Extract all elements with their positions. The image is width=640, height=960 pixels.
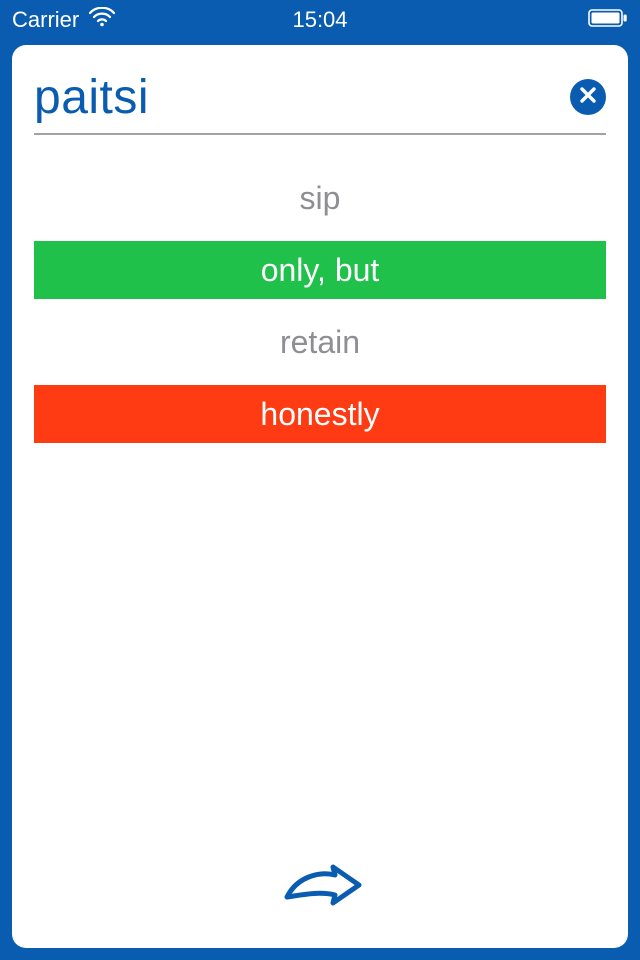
card-header: paitsi [34,65,606,129]
word-prompt: paitsi [34,70,149,125]
answer-option-0[interactable]: sip [34,169,606,227]
quiz-card: paitsi sip only, but retain honestly [12,45,628,948]
forward-arrow-icon [275,902,365,919]
answer-option-1[interactable]: only, but [34,241,606,299]
answer-label: honestly [260,396,379,433]
answer-label: only, but [261,252,380,289]
next-button[interactable] [275,855,365,920]
answer-label: sip [300,180,341,217]
battery-icon [588,7,628,33]
carrier-label: Carrier [12,7,79,33]
status-right [588,7,628,33]
answer-option-2[interactable]: retain [34,313,606,371]
status-bar: Carrier 15:04 [0,0,640,40]
status-time: 15:04 [292,7,347,33]
answer-label: retain [280,324,360,361]
answer-list: sip only, but retain honestly [34,169,606,443]
close-icon [578,85,598,110]
word-underline [34,133,606,135]
close-button[interactable] [570,79,606,115]
answer-option-3[interactable]: honestly [34,385,606,443]
status-left: Carrier [12,7,115,33]
wifi-icon [89,7,115,33]
